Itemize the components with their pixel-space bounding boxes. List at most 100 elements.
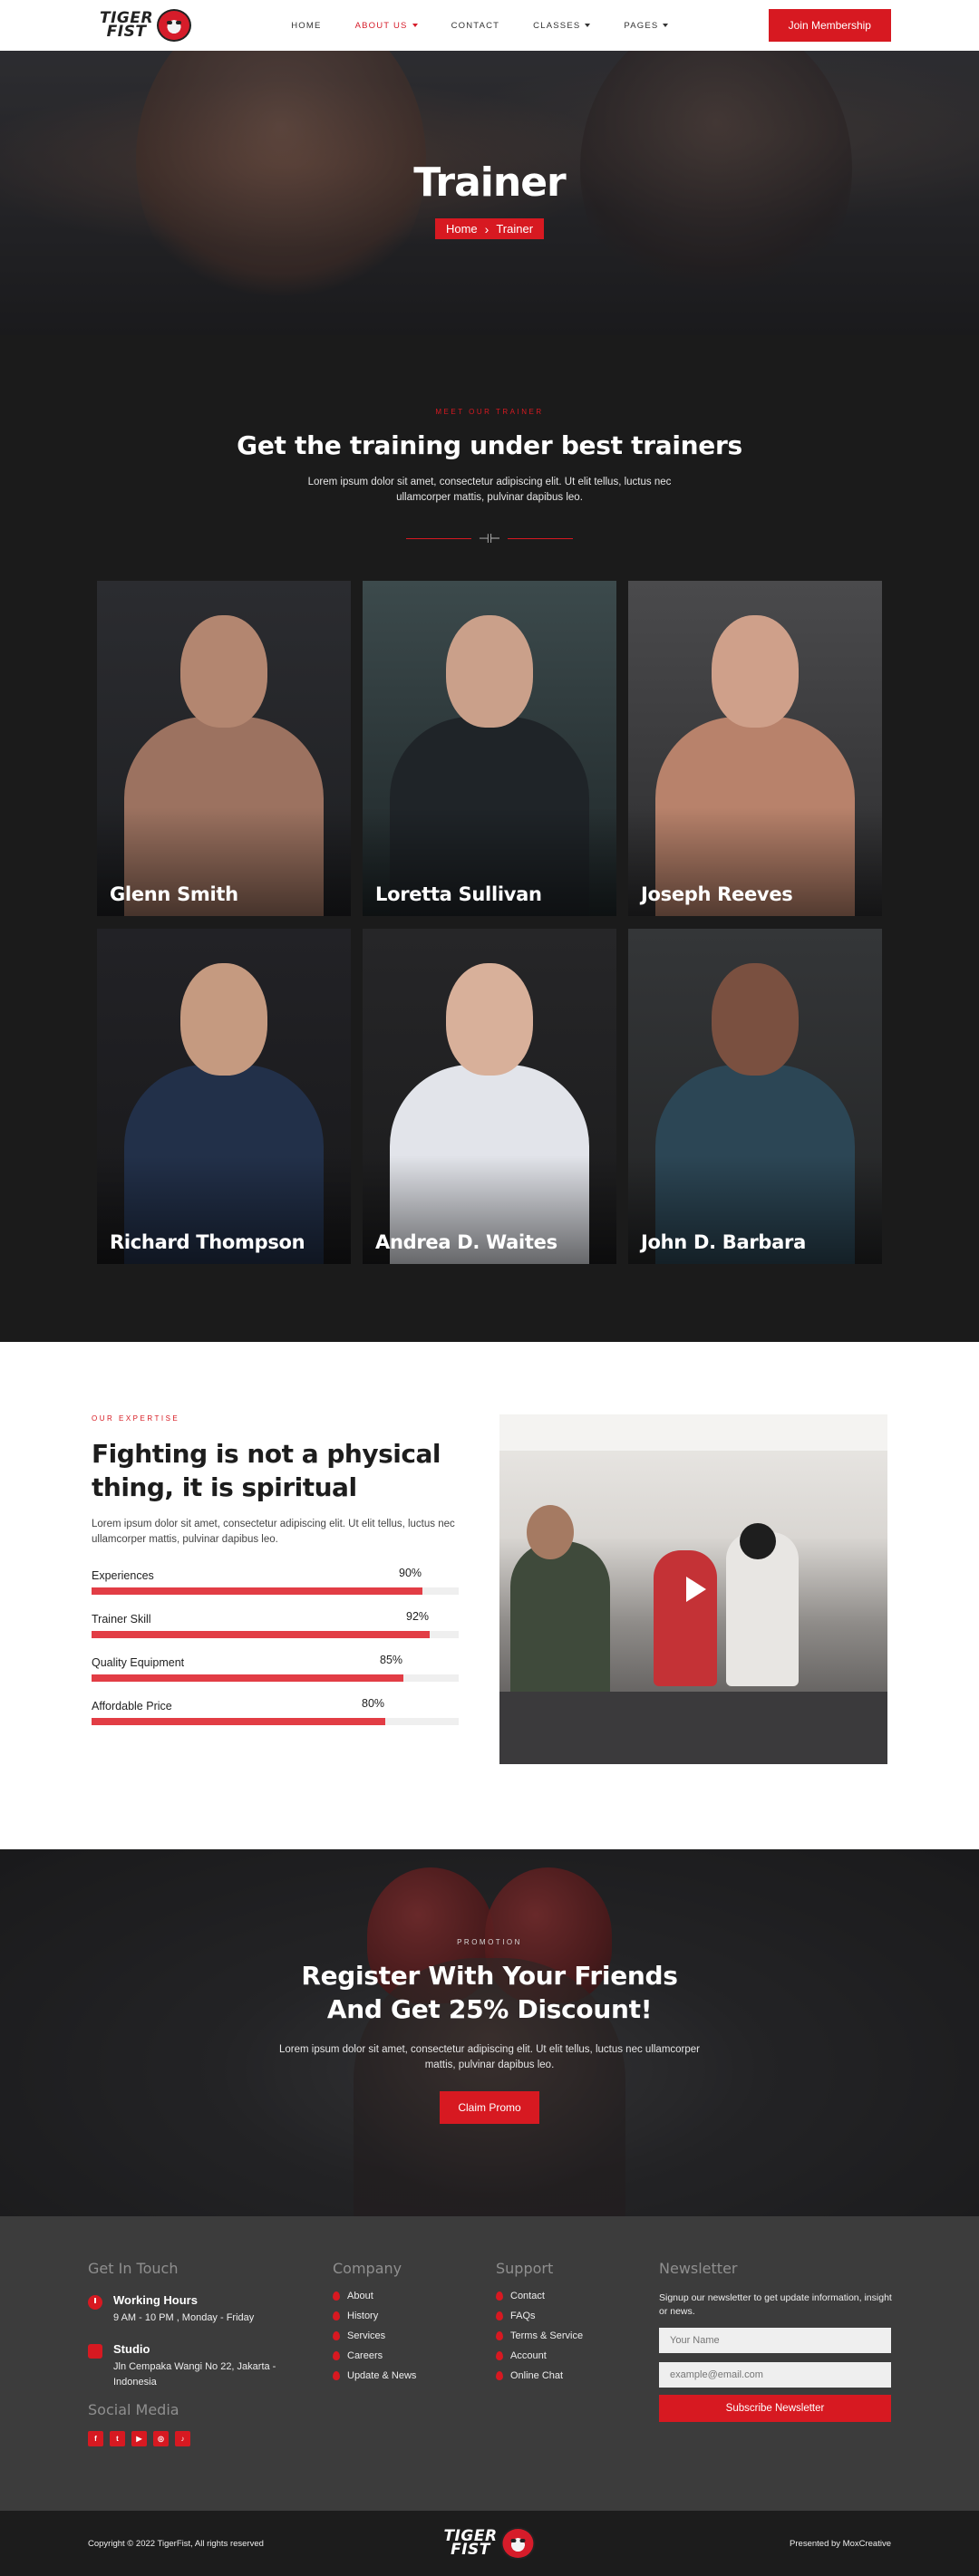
caret-down-icon bbox=[412, 24, 418, 27]
twitter-icon[interactable]: t bbox=[110, 2431, 125, 2446]
footer-link-label: Careers bbox=[347, 2350, 383, 2361]
brand-wordmark: TIGER FIST bbox=[443, 2527, 498, 2559]
promo-section: PROMOTION Register With Your Friends And… bbox=[0, 1849, 979, 2216]
footer-link-update-news[interactable]: Update & News bbox=[333, 2369, 416, 2382]
skill-label: Quality Equipment bbox=[92, 1656, 185, 1669]
working-hours-value: 9 AM - 10 PM , Monday - Friday bbox=[113, 2312, 255, 2323]
studio-value: Jln Cempaka Wangi No 22, Jakarta - Indon… bbox=[113, 2361, 276, 2388]
dumbbell-icon: ⊣⊢ bbox=[478, 531, 501, 545]
tiktok-icon[interactable]: ♪ bbox=[175, 2431, 190, 2446]
promo-heading: Register With Your Friends And Get 25% D… bbox=[301, 1961, 678, 2024]
nav-item-about-us[interactable]: ABOUT US bbox=[355, 21, 418, 31]
caret-down-icon bbox=[663, 24, 669, 27]
nav-item-label: ABOUT US bbox=[354, 20, 408, 31]
nav-item-contact[interactable]: CONTACT bbox=[451, 21, 500, 31]
copyright-text: Copyright © 2022 TigerFist, All rights r… bbox=[88, 2538, 264, 2549]
column-heading: Company bbox=[333, 2260, 402, 2277]
facebook-icon[interactable]: f bbox=[88, 2431, 103, 2446]
trainer-name: Loretta Sullivan bbox=[375, 883, 542, 905]
footer-link-services[interactable]: Services bbox=[333, 2330, 416, 2342]
footer-logo[interactable]: TIGER FIST bbox=[443, 2527, 536, 2560]
pin-icon bbox=[333, 2371, 340, 2380]
training-video-thumbnail[interactable] bbox=[499, 1414, 887, 1764]
pin-icon bbox=[496, 2311, 503, 2320]
main-nav: HOME ABOUT US CONTACT CLASSES PAGES bbox=[291, 20, 669, 31]
trainer-card[interactable]: Joseph Reeves bbox=[628, 581, 882, 916]
trainer-card[interactable]: Andrea D. Waites bbox=[363, 929, 616, 1264]
youtube-icon[interactable]: ▶ bbox=[131, 2431, 147, 2446]
join-membership-button[interactable]: Join Membership bbox=[768, 9, 891, 42]
pin-icon bbox=[333, 2291, 340, 2301]
skill-item: Quality Equipment 85% bbox=[92, 1654, 459, 1682]
expertise-section: OUR EXPERTISE Fighting is not a physical… bbox=[0, 1342, 979, 1849]
breadcrumb-home-link[interactable]: Home bbox=[446, 222, 478, 236]
play-icon[interactable] bbox=[686, 1577, 706, 1602]
newsletter-name-input[interactable] bbox=[659, 2328, 891, 2353]
pin-icon bbox=[496, 2371, 503, 2380]
section-lead: Lorem ipsum dolor sit amet, consectetur … bbox=[307, 477, 672, 503]
footer-link-label: History bbox=[347, 2311, 379, 2321]
footer-link-history[interactable]: History bbox=[333, 2310, 416, 2322]
clock-icon bbox=[88, 2295, 102, 2310]
site-header: TIGER FIST HOME ABOUT US CONTACT CLASSES PAGE… bbox=[0, 0, 979, 51]
nav-item-home[interactable]: HOME bbox=[291, 21, 321, 31]
caret-down-icon bbox=[585, 24, 591, 27]
social-links: f t ▶ ◎ ♪ bbox=[88, 2431, 324, 2446]
nav-item-pages[interactable]: PAGES bbox=[624, 21, 669, 31]
company-column: Company About History Services Careers Updat… bbox=[333, 2260, 416, 2382]
footer-link-terms-service[interactable]: Terms & Service bbox=[496, 2330, 583, 2342]
brand-logo[interactable]: TIGER FIST bbox=[100, 9, 192, 42]
support-column: Support Contact FAQs Terms & Service Accoun… bbox=[496, 2260, 583, 2382]
footer-link-label: Account bbox=[510, 2350, 547, 2361]
page-hero: Trainer Home › Trainer bbox=[0, 51, 979, 335]
footer-link-label: Services bbox=[347, 2330, 386, 2341]
tiger-icon bbox=[157, 9, 192, 42]
trainer-card[interactable]: Loretta Sullivan bbox=[363, 581, 616, 916]
trainer-grid: Glenn Smith Loretta Sullivan Joseph Reeves… bbox=[97, 581, 882, 1264]
pin-icon bbox=[496, 2291, 503, 2301]
skill-percent: 85% bbox=[380, 1654, 403, 1666]
site-footer: Get In Touch Working Hours 9 AM - 10 PM … bbox=[0, 2216, 979, 2511]
skill-progress-bar bbox=[92, 1674, 459, 1682]
working-hours: Working Hours 9 AM - 10 PM , Monday - Fr… bbox=[88, 2293, 324, 2326]
nav-item-label: CLASSES bbox=[533, 20, 581, 31]
trainer-name: Andrea D. Waites bbox=[375, 1231, 557, 1253]
skill-progress-fill bbox=[92, 1631, 430, 1638]
nav-item-classes[interactable]: CLASSES bbox=[533, 20, 591, 31]
section-eyebrow: OUR EXPERTISE bbox=[92, 1414, 180, 1423]
claim-promo-button[interactable]: Claim Promo bbox=[440, 2091, 539, 2124]
section-heading: Get the training under best trainers bbox=[237, 430, 742, 460]
skill-percent: 90% bbox=[399, 1567, 422, 1579]
skill-progress-fill bbox=[92, 1674, 404, 1682]
skill-percent: 80% bbox=[362, 1697, 385, 1710]
newsletter-email-input[interactable] bbox=[659, 2362, 891, 2388]
footer-link-contact[interactable]: Contact bbox=[496, 2290, 583, 2302]
footer-link-label: Update & News bbox=[347, 2370, 417, 2381]
trainer-card[interactable]: John D. Barbara bbox=[628, 929, 882, 1264]
footer-link-faqs[interactable]: FAQs bbox=[496, 2310, 583, 2322]
trainer-name: John D. Barbara bbox=[641, 1231, 806, 1253]
social-heading: Social Media bbox=[88, 2401, 179, 2418]
instagram-icon[interactable]: ◎ bbox=[153, 2431, 169, 2446]
brand-wordmark: TIGER FIST bbox=[100, 9, 154, 41]
dumbbell-icon bbox=[88, 2344, 102, 2359]
skill-progress-bar bbox=[92, 1718, 459, 1725]
chevron-right-icon: › bbox=[484, 221, 490, 236]
skill-label: Trainer Skill bbox=[92, 1613, 151, 1626]
presented-by-text: Presented by MoxCreative bbox=[790, 2538, 891, 2549]
subscribe-newsletter-button[interactable]: Subscribe Newsletter bbox=[659, 2395, 891, 2422]
footer-link-label: Online Chat bbox=[510, 2370, 564, 2381]
trainer-card[interactable]: Richard Thompson bbox=[97, 929, 351, 1264]
footer-bottom-bar: Copyright © 2022 TigerFist, All rights r… bbox=[0, 2511, 979, 2576]
footer-link-label: FAQs bbox=[510, 2311, 536, 2321]
footer-link-careers[interactable]: Careers bbox=[333, 2349, 416, 2362]
footer-link-account[interactable]: Account bbox=[496, 2349, 583, 2362]
skill-progress-bar bbox=[92, 1587, 459, 1595]
footer-link-online-chat[interactable]: Online Chat bbox=[496, 2369, 583, 2382]
section-eyebrow: MEET OUR TRAINER bbox=[435, 408, 544, 416]
pin-icon bbox=[496, 2351, 503, 2360]
trainer-card[interactable]: Glenn Smith bbox=[97, 581, 351, 916]
footer-link-about[interactable]: About bbox=[333, 2290, 416, 2302]
breadcrumb: Home › Trainer bbox=[434, 218, 545, 239]
newsletter-column: Newsletter Signup our newsletter to get … bbox=[659, 2260, 893, 2422]
